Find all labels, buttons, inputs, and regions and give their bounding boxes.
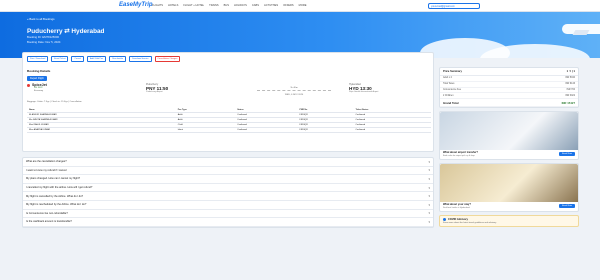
depart-flight-tag: Depart Flight xyxy=(27,76,47,81)
cancellation-charges-button[interactable]: Cancellation Charges xyxy=(154,56,181,62)
nav-item[interactable]: CABS xyxy=(252,4,259,7)
airline-logo-icon xyxy=(27,84,30,87)
print-button[interactable]: Print / Download xyxy=(27,56,49,62)
faq-item[interactable]: I want to know my refund if I cancel ▾ xyxy=(23,167,433,176)
logo[interactable]: EaseMyTrip xyxy=(119,2,153,8)
flight-date: WED, 6 NOV 2024 xyxy=(284,94,304,96)
nav-item[interactable]: BUS xyxy=(224,4,229,7)
nav-item[interactable]: MORE xyxy=(299,4,307,7)
chevron-down-icon: ▾ xyxy=(428,168,430,173)
faq-question: My flight is rescheduled by the Airline.… xyxy=(26,203,87,207)
table-cell: Confirmed xyxy=(353,127,431,133)
faq-item[interactable]: Is Convenience fee non-refundable? ▾ xyxy=(23,210,433,219)
faq-item[interactable]: Is the cashback amount is transferable? ▾ xyxy=(23,218,433,227)
route-line xyxy=(257,90,331,91)
departure-info: Puducherry PNY 11:50 Puducherry Airport xyxy=(146,83,168,93)
promo-subtitle: Book cabs for airport pick up & drop xyxy=(443,154,475,157)
book-hotel-button[interactable]: Book Now xyxy=(559,203,575,208)
pax-selector[interactable]: 1 ▼ | 1 xyxy=(567,70,575,73)
top-navigation: EaseMyTrip FLIGHTS HOTELS FLIGHT + HOTEL… xyxy=(0,0,600,12)
chevron-down-icon: ▾ xyxy=(428,159,430,164)
section-title: Booking Details xyxy=(27,69,51,73)
invoice-button[interactable]: Download Invoice xyxy=(129,56,152,62)
table-cell: Infant xyxy=(175,127,236,133)
faq-item[interactable]: My flight is cancelled by the Airline. W… xyxy=(23,192,433,201)
back-to-bookings-link[interactable]: « Back to all Bookings xyxy=(27,17,55,21)
nav-item[interactable]: TRAINS xyxy=(209,4,219,7)
price-summary-title: Price Summary xyxy=(443,70,462,73)
faq-item[interactable]: What are the cancellation charges? ▾ xyxy=(23,158,433,167)
sidebar: Price Summary 1 ▼ | 1 Adult x 2 INR 5040 T… xyxy=(439,67,579,227)
flight-number: SG 3022 xyxy=(34,87,43,89)
flight-duration: 1h 40m WED, 6 NOV 2024 xyxy=(257,85,331,96)
price-label: Convenience Fee xyxy=(443,88,462,91)
chevron-down-icon: ▾ xyxy=(428,202,430,207)
booking-id: Booking ID: EMT8125600 xyxy=(27,35,60,39)
table-cell: Miss ANANYA KUMAR xyxy=(27,127,176,133)
price-value: INR 5040 xyxy=(565,77,575,80)
airport-transfer-promo[interactable]: What about airport transfer? Book cabs f… xyxy=(439,110,579,160)
cancel-button[interactable]: Cancel xyxy=(71,56,84,62)
car-image xyxy=(440,111,578,150)
booking-card: Print / Download Email Ticket Cancel Add… xyxy=(22,52,434,152)
baggage-info: Baggage: Cabin: 7 Kgs | Check in: 15 Kgs… xyxy=(27,101,82,103)
table-cell: Confirmed xyxy=(235,127,298,133)
email-ticket-button[interactable]: Email Ticket xyxy=(51,56,69,62)
price-value: INR 3022 xyxy=(565,94,575,97)
price-summary-card: Price Summary 1 ▼ | 1 Adult x 2 INR 5040 T… xyxy=(439,67,579,108)
faq-item[interactable]: I cancelled my flight with the airline. … xyxy=(23,184,433,193)
price-value: INR 700 xyxy=(566,88,575,91)
page-title: Puducherry ⇄ Hyderabad xyxy=(27,28,105,35)
table-row: Miss ANANYA KUMAR Infant Confirmed F8D3QR Co… xyxy=(27,127,431,133)
grand-total-value: INR 15427 xyxy=(561,100,575,105)
cabin-class: Economy xyxy=(34,90,44,92)
faq-question: I cancelled my flight with the airline. … xyxy=(26,186,93,190)
airplane-wing-icon xyxy=(572,30,590,35)
booking-date: Booking Date: Nov 5, 2024 xyxy=(27,40,61,44)
nav-item[interactable]: ACTIVITIES xyxy=(264,4,278,7)
info-icon xyxy=(443,217,446,221)
book-cab-button[interactable]: Book Now xyxy=(559,151,575,156)
grand-total-row: Grand Total INR 15427 xyxy=(440,99,578,107)
advisory-title: COVID Advisory xyxy=(448,217,468,221)
nav-item[interactable]: OFFERS xyxy=(283,4,294,7)
faq-question: I want to know my refund if I cancel xyxy=(26,168,67,172)
price-label: 2 Children xyxy=(443,94,454,97)
departure-airport: Puducherry Airport xyxy=(146,91,163,93)
grand-total-label: Grand Total xyxy=(443,100,459,105)
chevron-down-icon: ▾ xyxy=(428,176,430,181)
hotel-image xyxy=(440,163,578,202)
faq-item[interactable]: My flight is rescheduled by the Airline.… xyxy=(23,201,433,210)
chevron-down-icon: ▾ xyxy=(428,185,430,190)
nav-item[interactable]: HOLIDAYS xyxy=(234,4,247,7)
hotel-promo[interactable]: What about your stay? Find best hotels a… xyxy=(439,162,579,212)
faq-item[interactable]: My plans changed. How can I cancel my fl… xyxy=(23,175,433,184)
nav-item[interactable]: FLIGHTS xyxy=(152,4,163,7)
price-label: Adult x 2 xyxy=(443,77,452,80)
advisory-description: Know more about the latest travel guidel… xyxy=(443,221,497,224)
chevron-down-icon: ▾ xyxy=(428,219,430,224)
faq-list: What are the cancellation charges? ▾ I wa… xyxy=(22,157,434,228)
price-value: INR 6146 xyxy=(565,83,575,86)
faq-question: Is the cashback amount is transferable? xyxy=(26,220,72,224)
arrival-info: Hyderabad HYD 13:30 Rajiv Gandhi Interna… xyxy=(349,83,378,93)
faq-question: What are the cancellation charges? xyxy=(26,160,67,164)
arrival-airport: Rajiv Gandhi International Airport xyxy=(349,91,379,93)
nav-item[interactable]: FLIGHT + HOTEL xyxy=(183,4,204,7)
nav-item[interactable]: HOTELS xyxy=(168,4,178,7)
duration: 1h 40m xyxy=(290,87,298,89)
faq-question: My flight is cancelled by the Airline. W… xyxy=(26,194,84,198)
account-button[interactable]: youremail@gmail.com xyxy=(428,3,480,9)
covid-advisory[interactable]: COVID Advisory Know more about the lates… xyxy=(439,214,579,227)
price-label: Total Taxes xyxy=(443,83,455,86)
table-cell: F8D3QR xyxy=(297,127,354,133)
promo-subtitle: Find best hotels at Hyderabad xyxy=(443,206,470,209)
faq-question: Is Convenience fee non-refundable? xyxy=(26,211,68,215)
chevron-down-icon: ▾ xyxy=(428,194,430,199)
passenger-table: Name Pax Type Status PNR No Ticket Statu… xyxy=(27,108,431,133)
chevron-down-icon: ▾ xyxy=(428,211,430,216)
reschedule-button[interactable]: Reschedule xyxy=(109,56,127,62)
faq-question: My plans changed. How can I cancel my fl… xyxy=(26,177,81,181)
add-pax-button[interactable]: Add / Edit Pax xyxy=(86,56,107,62)
